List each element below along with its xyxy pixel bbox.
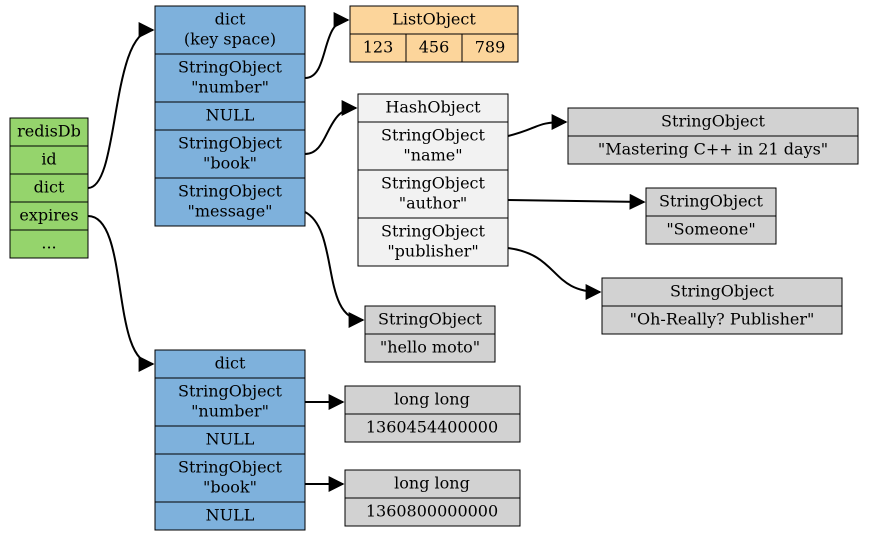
longlong2-node: long long 1360800000000 [345, 470, 520, 526]
list-item-1: 456 [419, 38, 450, 57]
exp-r1: NULL [206, 430, 255, 449]
hash-r2-l2: "publisher" [387, 242, 478, 261]
ll1-type: long long [394, 390, 470, 409]
keyspace-dict-node: dict (key space) StringObject "number" N… [155, 6, 305, 226]
redisdb-title: redisDb [17, 122, 81, 141]
diagram-root: redisDb id dict expires ... dict (key sp… [0, 0, 869, 547]
book-author-val: "Someone" [666, 220, 755, 239]
hash-r2-l1: StringObject [381, 222, 485, 241]
hash-r0-l2: "name" [403, 146, 462, 165]
hash-r0-l1: StringObject [381, 126, 485, 145]
exp-r2-l1: StringObject [178, 458, 282, 477]
redisdb-node: redisDb id dict expires ... [10, 118, 88, 258]
exp-title: dict [215, 354, 246, 373]
hash-r1-l2: "author" [399, 194, 468, 213]
message-node: StringObject "hello moto" [365, 306, 495, 362]
ll2-type: long long [394, 474, 470, 493]
listobject-node: ListObject 123 456 789 [350, 6, 518, 62]
hash-r1-l1: StringObject [381, 174, 485, 193]
redisdb-more: ... [41, 234, 56, 253]
redisdb-id: id [41, 150, 56, 169]
book-pub-type: StringObject [670, 282, 774, 301]
exp-r0-l1: StringObject [178, 382, 282, 401]
ll2-val: 1360800000000 [366, 502, 498, 521]
book-name-val: "Mastering C++ in 21 days" [598, 140, 828, 159]
message-type: StringObject [378, 310, 482, 329]
exp-r0-l2: "number" [191, 402, 269, 421]
list-item-2: 789 [475, 38, 506, 57]
keyspace-title2: (key space) [184, 30, 276, 49]
book-pub-val: "Oh-Really? Publisher" [630, 310, 815, 329]
book-name-type: StringObject [661, 112, 765, 131]
list-item-0: 123 [363, 38, 394, 57]
listobject-title: ListObject [392, 10, 476, 29]
ks-r0-l2: "number" [191, 78, 269, 97]
ks-r0-l1: StringObject [178, 58, 282, 77]
book-publisher-node: StringObject "Oh-Really? Publisher" [602, 278, 842, 334]
book-author-type: StringObject [659, 192, 763, 211]
ks-r3-l1: StringObject [178, 182, 282, 201]
ks-r2-l1: StringObject [178, 134, 282, 153]
expires-dict-node: dict StringObject "number" NULL StringOb… [155, 350, 305, 530]
exp-r2-l2: "book" [203, 478, 257, 497]
ks-r2-l2: "book" [203, 154, 257, 173]
book-name-node: StringObject "Mastering C++ in 21 days" [568, 108, 858, 164]
ll1-val: 1360454400000 [366, 418, 498, 437]
ks-r1: NULL [206, 106, 255, 125]
book-author-node: StringObject "Someone" [646, 188, 776, 244]
exp-r3: NULL [206, 506, 255, 525]
redisdb-dict: dict [34, 178, 65, 197]
keyspace-title1: dict [215, 10, 246, 29]
message-val: "hello moto" [380, 338, 480, 357]
longlong1-node: long long 1360454400000 [345, 386, 520, 442]
hash-title: HashObject [385, 98, 481, 117]
ks-r3-l2: "message" [187, 202, 272, 221]
hashobject-node: HashObject StringObject "name" StringObj… [358, 94, 508, 266]
redisdb-expires: expires [19, 206, 78, 225]
